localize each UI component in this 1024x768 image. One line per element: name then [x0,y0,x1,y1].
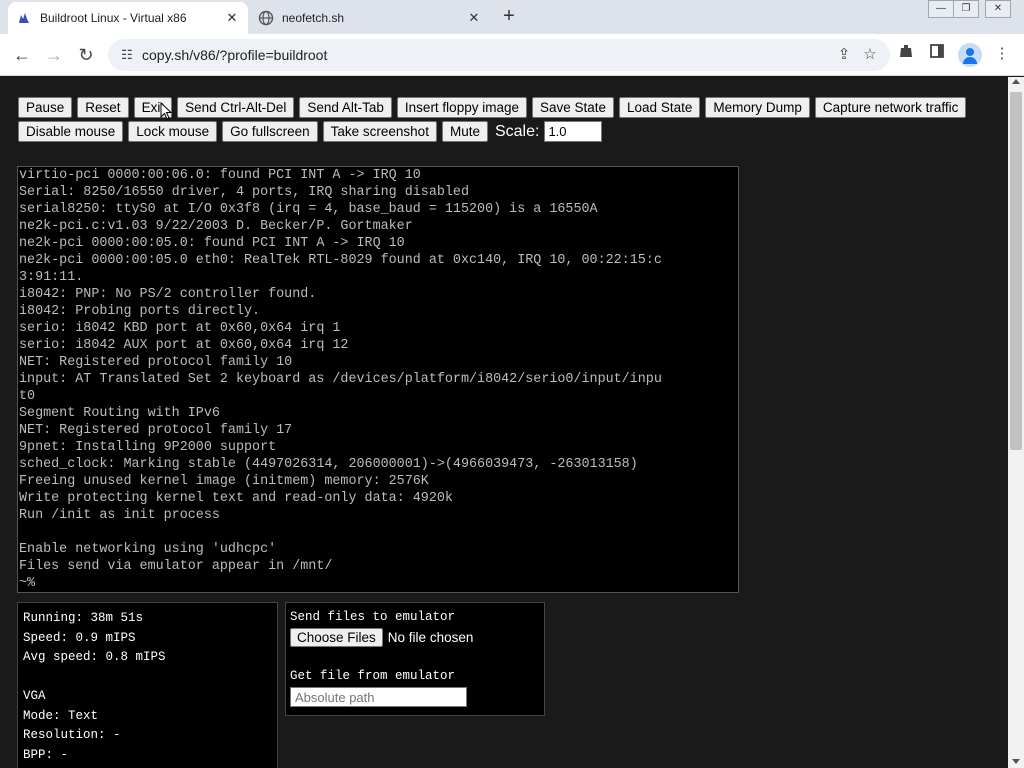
terminal-line: serial8250: ttyS0 at I/O 0x3f8 (irq = 4,… [19,202,598,217]
terminal-line: 9pnet: Installing 9P2000 support [19,440,277,455]
scale-input[interactable] [544,121,603,142]
minimize-icon[interactable]: — [928,0,954,18]
menu-kebab-icon[interactable]: ⋮ [991,43,1013,65]
globe-icon [258,10,274,26]
terminal-line: ~% [19,576,36,591]
fullscreen-button[interactable]: Go fullscreen [222,121,318,142]
side-panel-icon[interactable] [926,43,948,65]
terminal-line: ne2k-pci 0000:00:05.0 eth0: RealTek RTL-… [19,253,662,268]
terminal-line: ne2k-pci.c:v1.03 9/22/2003 D. Becker/P. … [19,219,413,234]
terminal-line: NET: Registered protocol family 10 [19,355,293,370]
terminal-line: 3:91:11. [19,270,84,285]
terminal-line: ne2k-pci 0000:00:05.0: found PCI INT A -… [19,236,405,251]
choose-files-button[interactable]: Choose Files [290,628,383,647]
save-state-button[interactable]: Save State [531,97,615,118]
site-info-icon[interactable]: ☷ [118,46,136,64]
get-file-heading: Get file from emulator [290,669,456,683]
scale-label: Scale: [494,122,540,140]
stat-line: BPP: - [23,747,69,762]
scroll-down-icon[interactable] [1012,759,1020,764]
v86-icon [16,10,32,26]
scroll-up-icon[interactable] [1012,79,1020,84]
terminal-line: serio: i8042 AUX port at 0x60,0x64 irq 1… [19,338,349,353]
terminal-line: t0 [19,389,36,404]
reset-button[interactable]: Reset [77,97,129,118]
back-arrow-icon[interactable]: ← [10,43,34,67]
share-icon[interactable]: ⇪ [834,45,854,65]
terminal-line: virtio-pci 0000:00:06.0: found PCI INT A… [19,168,421,183]
forward-arrow-icon[interactable]: → [42,43,66,67]
stat-line: VGA [23,689,46,703]
tab-title: Buildroot Linux - Virtual x86 [40,11,187,25]
tab-neofetch[interactable]: neofetch.sh ✕ [250,2,490,34]
file-transfer-panel: Send files to emulator Choose Files No f… [285,602,545,716]
disable-mouse-button[interactable]: Disable mouse [18,121,124,142]
lock-mouse-button[interactable]: Lock mouse [128,121,218,142]
terminal-line: Serial: 8250/16550 driver, 4 ports, IRQ … [19,185,469,200]
terminal-line: Enable networking using 'udhcpc' [19,542,277,557]
window-close-icon[interactable]: ✕ [985,0,1011,18]
bookmark-star-icon[interactable]: ☆ [860,45,880,65]
terminal-line: input: AT Translated Set 2 keyboard as /… [19,372,662,387]
stat-line: Speed: 0.9 mIPS [23,630,136,645]
restore-icon[interactable]: ❐ [953,0,979,18]
url-text: copy.sh/v86/?profile=buildroot [142,47,328,63]
emulator-controls-row2: Disable mouse Lock mouse Go fullscreen T… [18,121,603,142]
mute-button[interactable]: Mute [441,121,488,142]
load-state-button[interactable]: Load State [619,97,701,118]
send-ctrl-alt-del-button[interactable]: Send Ctrl-Alt-Del [177,97,295,118]
absolute-path-input[interactable] [290,687,467,707]
terminal-line: NET: Registered protocol family 17 [19,423,293,438]
stat-line: Mode: Text [23,708,99,723]
browser-toolbar: ← → ↻ ☷ copy.sh/v86/?profile=buildroot ⇪… [0,34,1024,76]
scrollbar-thumb[interactable] [1010,92,1022,450]
no-file-label: No file chosen [387,630,474,645]
emulator-screen[interactable]: virtio-pci 0000:00:06.0: found PCI INT A… [17,166,739,593]
new-tab-button[interactable]: + [498,6,520,28]
terminal-line: i8042: Probing ports directly. [19,304,261,319]
terminal-line: Segment Routing with IPv6 [19,406,220,421]
page-scrollbar[interactable] [1008,77,1024,768]
tab-title: neofetch.sh [282,11,345,25]
screenshot-button[interactable]: Take screenshot [322,121,437,142]
insert-floppy-button[interactable]: Insert floppy image [396,97,527,118]
send-files-heading: Send files to emulator [290,610,456,624]
pause-button[interactable]: Pause [18,97,73,118]
terminal-line: Freeing unused kernel image (initmem) me… [19,474,429,489]
reload-icon[interactable]: ↻ [74,43,98,67]
tab-buildroot[interactable]: Buildroot Linux - Virtual x86 ✕ [8,2,248,34]
send-alt-tab-button[interactable]: Send Alt-Tab [299,97,392,118]
memory-dump-button[interactable]: Memory Dump [705,97,810,118]
terminal-line: serio: i8042 KBD port at 0x60,0x64 irq 1 [19,321,341,336]
stat-line [23,668,272,688]
stat-line: Avg speed: 0.8 mIPS [23,650,166,664]
terminal-line: Files send via emulator appear in /mnt/ [19,559,333,574]
terminal-line: sched_clock: Marking stable (4497026314,… [19,457,638,472]
capture-network-button[interactable]: Capture network traffic [814,97,967,118]
terminal-line: Write protecting kernel text and read-on… [19,491,453,506]
close-icon[interactable]: ✕ [466,10,482,26]
address-bar[interactable]: ☷ copy.sh/v86/?profile=buildroot ⇪ ☆ [108,39,890,71]
runtime-stats-panel: Running: 38m 51s Speed: 0.9 mIPS Avg speed… [17,602,278,768]
stat-line: Running: 38m 51s [23,611,144,625]
profile-avatar-icon[interactable] [958,43,982,67]
tab-strip: Buildroot Linux - Virtual x86 ✕ neofetch… [0,0,1024,34]
close-icon[interactable]: ✕ [224,10,240,26]
terminal-line: i8042: PNP: No PS/2 controller found. [19,287,317,302]
terminal-line: Run /init as init process [19,508,220,523]
stat-line: Resolution: - [23,728,121,742]
extensions-icon[interactable] [895,43,917,65]
